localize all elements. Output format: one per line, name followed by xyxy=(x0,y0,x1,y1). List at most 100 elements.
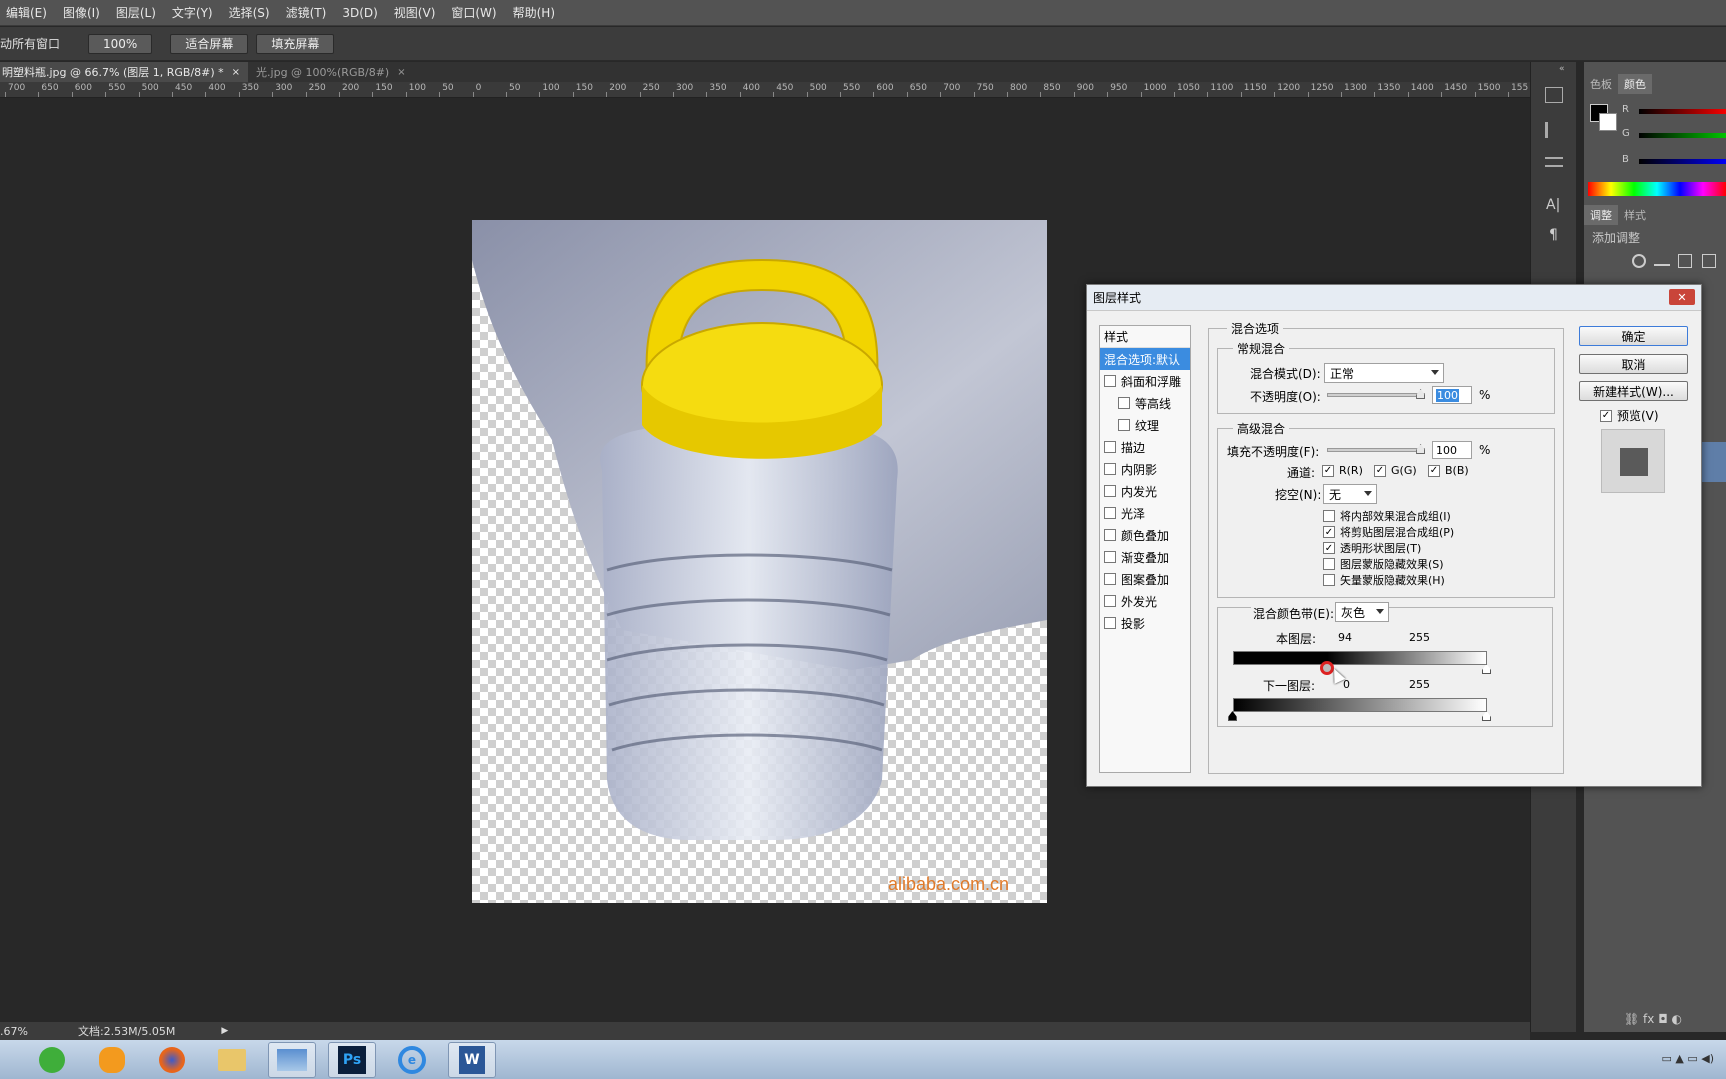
checkbox[interactable]: ✓ xyxy=(1428,464,1440,477)
checkbox[interactable] xyxy=(1104,617,1116,629)
checkbox[interactable] xyxy=(1104,551,1116,563)
status-menu-arrow-icon[interactable]: ▶ xyxy=(221,1026,228,1036)
advanced-option[interactable]: ✓ 透明形状图层(T) xyxy=(1323,540,1421,556)
opacity-slider[interactable] xyxy=(1327,389,1426,399)
curves-icon[interactable] xyxy=(1678,254,1692,268)
channel-g-checkbox[interactable]: ✓ G(G) xyxy=(1374,464,1417,477)
new-style-button[interactable]: 新建样式(W)... xyxy=(1579,381,1688,401)
color-spectrum[interactable] xyxy=(1588,182,1726,196)
checkbox[interactable] xyxy=(1104,529,1116,541)
system-tray[interactable]: ▭ ▲ ▭ ◀) xyxy=(1662,1052,1715,1065)
brush-icon[interactable] xyxy=(1545,122,1563,138)
style-item[interactable]: 纹理 xyxy=(1100,414,1190,436)
checkbox[interactable] xyxy=(1104,441,1116,453)
exposure-icon[interactable] xyxy=(1702,254,1716,268)
checkbox[interactable] xyxy=(1104,595,1116,607)
document-canvas[interactable]: alibaba.com.cn xyxy=(472,220,1047,903)
menu-item[interactable]: 文字(Y) xyxy=(164,4,221,21)
style-item[interactable]: 混合选项:默认 xyxy=(1100,348,1190,370)
scroll-all-windows-label[interactable]: 滚动所有窗口 xyxy=(0,35,66,52)
ok-button[interactable]: 确定 xyxy=(1579,326,1688,346)
zoom-100-button[interactable]: 100% xyxy=(88,33,153,54)
menu-item[interactable]: 帮助(H) xyxy=(505,4,563,21)
checkbox[interactable] xyxy=(1118,419,1130,431)
checkbox[interactable]: ✓ xyxy=(1322,464,1334,477)
tab-color[interactable]: 颜色 xyxy=(1618,74,1652,94)
collapse-icon[interactable]: « xyxy=(1559,64,1565,74)
explorer-folder-icon[interactable] xyxy=(208,1042,256,1078)
menu-item[interactable]: 图像(I) xyxy=(55,4,108,21)
blend-if-select[interactable]: 灰色 xyxy=(1335,602,1389,622)
history-icon[interactable] xyxy=(1545,87,1563,103)
tab-plastic-bottle[interactable]: 明塑料瓶.jpg @ 66.7% (图层 1, RGB/8#) * × xyxy=(0,62,249,82)
character-icon[interactable]: A| xyxy=(1546,197,1560,213)
channel-b-checkbox[interactable]: ✓ B(B) xyxy=(1428,464,1469,477)
style-item[interactable]: 投影 xyxy=(1100,612,1190,634)
fill-screen-button[interactable]: 填充屏幕 xyxy=(256,33,335,54)
advanced-option[interactable]: 图层蒙版隐藏效果(S) xyxy=(1323,556,1444,572)
this-layer-gradient-bar[interactable] xyxy=(1233,651,1487,665)
menu-item[interactable]: 图层(L) xyxy=(108,4,164,21)
checkbox[interactable] xyxy=(1104,463,1116,475)
menu-item[interactable]: 视图(V) xyxy=(386,4,444,21)
style-item[interactable]: 外发光 xyxy=(1100,590,1190,612)
close-button[interactable]: ✕ xyxy=(1669,289,1695,305)
tab-styles[interactable]: 样式 xyxy=(1618,205,1652,225)
r-slider[interactable] xyxy=(1639,109,1726,114)
checkbox[interactable] xyxy=(1323,574,1335,586)
advanced-option[interactable]: ✓ 将剪贴图层混合成组(P) xyxy=(1323,524,1454,540)
checkbox[interactable] xyxy=(1323,558,1335,570)
checkbox[interactable]: ✓ xyxy=(1323,542,1335,554)
close-icon[interactable]: × xyxy=(232,67,240,78)
tab-swatches[interactable]: 色板 xyxy=(1584,74,1618,94)
internet-explorer-icon[interactable]: e xyxy=(388,1042,436,1078)
levels-icon[interactable] xyxy=(1654,256,1670,266)
style-item[interactable]: 等高线 xyxy=(1100,392,1190,414)
fill-opacity-slider[interactable] xyxy=(1327,444,1426,454)
checkbox[interactable] xyxy=(1104,375,1116,387)
checkbox[interactable]: ✓ xyxy=(1600,409,1612,422)
zoom-readout[interactable]: 66.67% xyxy=(0,1025,28,1038)
style-item[interactable]: 渐变叠加 xyxy=(1100,546,1190,568)
preview-checkbox[interactable]: ✓ 预览(V) xyxy=(1600,407,1659,424)
dialog-titlebar[interactable]: 图层样式 xyxy=(1087,285,1701,311)
tab-adjustments[interactable]: 调整 xyxy=(1584,205,1618,225)
opacity-input[interactable]: 100 xyxy=(1432,386,1472,404)
menu-item[interactable]: 编辑(E) xyxy=(0,4,55,21)
cancel-button[interactable]: 取消 xyxy=(1579,354,1688,374)
uc-browser-icon[interactable] xyxy=(88,1042,136,1078)
fit-screen-button[interactable]: 适合屏幕 xyxy=(170,33,249,54)
photoshop-icon[interactable]: Ps xyxy=(328,1041,376,1078)
layer-panel-footer-icons[interactable]: ⛓ fx ◘ ◐ xyxy=(1624,1012,1682,1026)
menu-item[interactable]: 选择(S) xyxy=(221,4,278,21)
style-item[interactable]: 描边 xyxy=(1100,436,1190,458)
checkbox[interactable]: ✓ xyxy=(1374,464,1386,477)
brightness-icon[interactable] xyxy=(1632,254,1646,268)
menu-item[interactable]: 滤镜(T) xyxy=(278,4,335,21)
background-swatch[interactable] xyxy=(1599,113,1617,131)
checkbox[interactable] xyxy=(1104,573,1116,585)
advanced-option[interactable]: 矢量蒙版隐藏效果(H) xyxy=(1323,572,1445,588)
checkbox[interactable] xyxy=(1104,507,1116,519)
style-item[interactable]: 图案叠加 xyxy=(1100,568,1190,590)
style-item[interactable]: 颜色叠加 xyxy=(1100,524,1190,546)
adjust-icon[interactable] xyxy=(1545,157,1563,167)
knockout-select[interactable]: 无 xyxy=(1323,484,1377,504)
fill-opacity-input[interactable]: 100 xyxy=(1432,441,1472,459)
style-item[interactable]: 内阴影 xyxy=(1100,458,1190,480)
style-item[interactable]: 内发光 xyxy=(1100,480,1190,502)
g-slider[interactable] xyxy=(1639,133,1726,138)
advanced-option[interactable]: 将内部效果混合成组(I) xyxy=(1323,508,1451,524)
b-slider[interactable] xyxy=(1639,159,1726,164)
photo-viewer-icon[interactable] xyxy=(268,1041,316,1078)
blend-mode-select[interactable]: 正常 xyxy=(1324,363,1444,383)
firefox-icon[interactable] xyxy=(148,1042,196,1078)
word-icon[interactable]: W xyxy=(448,1041,496,1078)
tab-light[interactable]: 光.jpg @ 100%(RGB/8#) × xyxy=(248,62,414,82)
checkbox[interactable] xyxy=(1323,510,1335,522)
ie-360-icon[interactable] xyxy=(28,1042,76,1078)
close-icon[interactable]: × xyxy=(397,67,405,78)
checkbox[interactable]: ✓ xyxy=(1323,526,1335,538)
channel-r-checkbox[interactable]: ✓ R(R) xyxy=(1322,464,1363,477)
checkbox[interactable] xyxy=(1118,397,1130,409)
